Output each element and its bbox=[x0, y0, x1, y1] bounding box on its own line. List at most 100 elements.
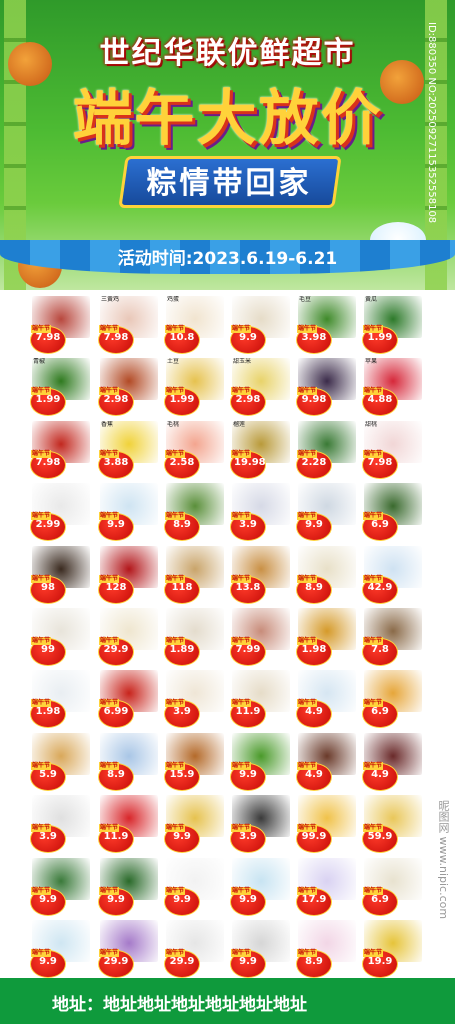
product-name: 黄瓜 bbox=[365, 296, 378, 303]
product-card[interactable]: 端午节 29.9 bbox=[98, 920, 158, 978]
product-price: 3.9 bbox=[39, 831, 57, 843]
product-card[interactable]: 端午节 99 bbox=[30, 608, 90, 666]
product-card[interactable]: 三黄鸡 端午节 7.98 bbox=[98, 296, 158, 354]
product-card[interactable]: 端午节 42.9 bbox=[362, 545, 422, 604]
product-card[interactable]: 端午节 9.9 bbox=[98, 857, 158, 916]
product-card[interactable]: 端午节 4.9 bbox=[362, 732, 422, 791]
product-card[interactable]: 榴莲 端午节 19.98 bbox=[230, 420, 290, 479]
product-card[interactable]: 端午节 8.9 bbox=[296, 545, 356, 604]
product-price: 3.88 bbox=[103, 456, 129, 468]
product-row: 端午节 99 端午节 29.9 端午节 1.89 端午节 7.99 端午节 1.98 端午节 7.8 bbox=[30, 608, 430, 668]
product-card[interactable]: 端午节 6.9 bbox=[362, 483, 422, 542]
product-card[interactable]: 端午节 3.9 bbox=[30, 795, 90, 854]
product-card[interactable]: 端午节 3.9 bbox=[230, 483, 290, 542]
product-price: 9.98 bbox=[301, 394, 327, 406]
promo-date: 活动时间:2023.6.19-6.21 bbox=[117, 249, 338, 269]
product-price: 2.58 bbox=[169, 456, 195, 468]
product-card[interactable]: 端午节 1.89 bbox=[164, 608, 224, 666]
product-card[interactable]: 端午节 13.8 bbox=[230, 545, 290, 604]
product-price: 7.98 bbox=[367, 456, 393, 468]
product-card[interactable]: 端午节 2.99 bbox=[30, 483, 90, 542]
product-card[interactable]: 甜桃 端午节 7.98 bbox=[362, 420, 422, 479]
product-card[interactable]: 端午节 2.28 bbox=[296, 420, 356, 479]
product-card[interactable]: 端午节 9.9 bbox=[98, 483, 158, 542]
store-name: 世纪华联优鲜超市 bbox=[99, 36, 356, 71]
product-card[interactable]: 端午节 6.9 bbox=[362, 857, 422, 916]
product-card[interactable]: 端午节 29.9 bbox=[98, 608, 158, 666]
product-card[interactable]: 土豆 端午节 1.99 bbox=[164, 358, 224, 417]
product-card[interactable]: 端午节 99.9 bbox=[296, 795, 356, 854]
product-card[interactable]: 苹果 端午节 4.88 bbox=[362, 358, 422, 417]
product-card[interactable]: 端午节 19.9 bbox=[362, 920, 422, 978]
product-card[interactable]: 端午节 15.9 bbox=[164, 732, 224, 791]
product-card[interactable]: 端午节 11.9 bbox=[230, 670, 290, 729]
product-price: 7.98 bbox=[35, 332, 61, 343]
product-card[interactable]: 端午节 9.9 bbox=[230, 920, 290, 978]
product-card[interactable]: 端午节 5.9 bbox=[30, 732, 90, 791]
product-price: 3.9 bbox=[239, 519, 257, 531]
product-price: 9.9 bbox=[107, 519, 125, 531]
product-card[interactable]: 端午节 9.9 bbox=[230, 732, 290, 791]
product-card[interactable]: 端午节 9.9 bbox=[30, 857, 90, 916]
product-card[interactable]: 毛豆 端午节 3.98 bbox=[296, 296, 356, 354]
product-price: 9.9 bbox=[173, 893, 191, 905]
product-row: 端午节 98 端午节 128 端午节 118 端午节 13.8 端午节 8.9 端午节 42.9 bbox=[30, 545, 430, 606]
product-price: 99 bbox=[41, 644, 55, 655]
product-card[interactable]: 鸡蛋 端午节 10.8 bbox=[164, 296, 224, 354]
product-card[interactable]: 香蕉 端午节 3.88 bbox=[98, 420, 158, 479]
product-row: 端午节 9.9 端午节 29.9 端午节 29.9 端午节 9.9 端午节 8.9 端午节 19.9 bbox=[30, 920, 430, 980]
product-name: 香蕉 bbox=[101, 420, 114, 428]
product-row: 端午节 7.98 三黄鸡 端午节 7.98 鸡蛋 端午节 10.8 端午节 9.9 毛豆 端午节 3.9… bbox=[30, 296, 430, 356]
product-card[interactable]: 端午节 3.9 bbox=[230, 795, 290, 854]
product-card[interactable]: 端午节 9.9 bbox=[164, 795, 224, 854]
promo-banner: 世纪华联优鲜超市 端午大放价 粽情带回家 活动时间:2023.6.19-6.21… bbox=[0, 0, 455, 290]
product-price: 9.9 bbox=[239, 893, 257, 905]
product-card[interactable]: 青椒 端午节 1.99 bbox=[30, 358, 90, 417]
product-card[interactable]: 端午节 9.9 bbox=[30, 920, 90, 978]
product-price: 9.9 bbox=[39, 893, 57, 905]
product-card[interactable]: 端午节 7.98 bbox=[30, 420, 90, 479]
product-card[interactable]: 端午节 7.8 bbox=[362, 608, 422, 666]
product-price: 1.99 bbox=[367, 332, 393, 343]
product-card[interactable]: 端午节 9.9 bbox=[296, 483, 356, 542]
product-price: 6.9 bbox=[371, 706, 389, 718]
product-price: 99.9 bbox=[301, 831, 327, 843]
product-card[interactable]: 端午节 1.98 bbox=[296, 608, 356, 666]
product-card[interactable]: 端午节 8.9 bbox=[164, 483, 224, 542]
product-card[interactable]: 黄瓜 端午节 1.99 bbox=[362, 296, 422, 354]
product-card[interactable]: 端午节 8.9 bbox=[98, 732, 158, 791]
product-price: 9.9 bbox=[173, 831, 191, 843]
product-card[interactable]: 端午节 9.9 bbox=[164, 857, 224, 916]
product-card[interactable]: 端午节 1.98 bbox=[30, 670, 90, 729]
product-price: 13.8 bbox=[235, 581, 261, 593]
product-price: 7.98 bbox=[35, 456, 61, 468]
product-card[interactable]: 端午节 9.98 bbox=[296, 358, 356, 417]
product-card[interactable]: 毛桃 端午节 2.58 bbox=[164, 420, 224, 479]
product-price: 5.9 bbox=[39, 768, 57, 780]
product-price: 3.98 bbox=[301, 332, 327, 343]
product-price: 4.88 bbox=[367, 394, 393, 406]
product-card[interactable]: 端午节 7.98 bbox=[30, 296, 90, 354]
product-card[interactable]: 端午节 98 bbox=[30, 545, 90, 604]
product-price: 1.98 bbox=[35, 706, 61, 718]
product-card[interactable]: 端午节 9.9 bbox=[230, 857, 290, 916]
product-card[interactable]: 端午节 17.9 bbox=[296, 857, 356, 916]
product-card[interactable]: 端午节 4.9 bbox=[296, 670, 356, 729]
product-card[interactable]: 端午节 9.9 bbox=[230, 296, 290, 354]
product-card[interactable]: 端午节 8.9 bbox=[296, 920, 356, 978]
product-price: 59.9 bbox=[367, 831, 393, 843]
product-card[interactable]: 端午节 128 bbox=[98, 545, 158, 604]
product-card[interactable]: 端午节 11.9 bbox=[98, 795, 158, 854]
product-card[interactable]: 端午节 6.9 bbox=[362, 670, 422, 729]
product-card[interactable]: 端午节 3.9 bbox=[164, 670, 224, 729]
product-card[interactable]: 甜玉米 端午节 2.98 bbox=[230, 358, 290, 417]
product-card[interactable]: 端午节 59.9 bbox=[362, 795, 422, 854]
product-card[interactable]: 端午节 2.98 bbox=[98, 358, 158, 417]
product-card[interactable]: 端午节 29.9 bbox=[164, 920, 224, 978]
product-card[interactable]: 端午节 118 bbox=[164, 545, 224, 604]
product-price: 3.9 bbox=[239, 831, 257, 843]
product-card[interactable]: 端午节 4.9 bbox=[296, 732, 356, 791]
image-id-code: ID:880350 NO:20250927115352558108 bbox=[426, 22, 437, 224]
product-card[interactable]: 端午节 7.99 bbox=[230, 608, 290, 666]
product-card[interactable]: 端午节 6.99 bbox=[98, 670, 158, 729]
